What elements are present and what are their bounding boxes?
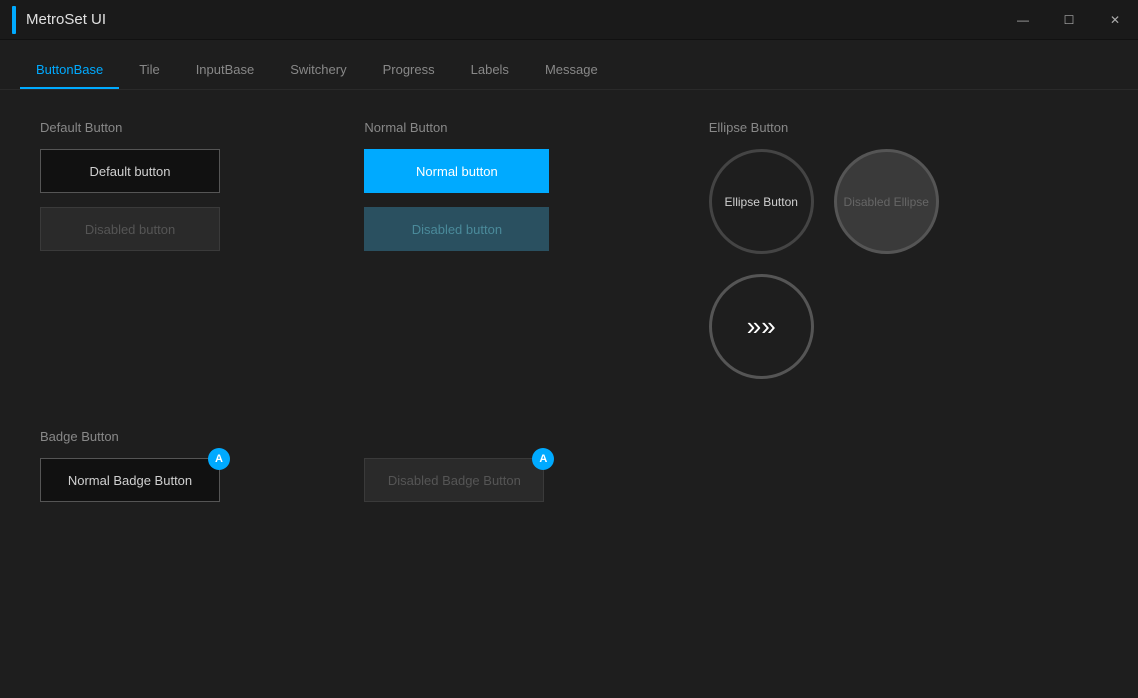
close-button[interactable]: ✕: [1092, 0, 1138, 40]
badge-row: Badge Button A Normal Badge Button Badge…: [30, 429, 1108, 530]
ellipse-button-section: Ellipse Button Ellipse Button Disabled E…: [689, 120, 1098, 399]
titlebar-accent: [12, 6, 16, 34]
ellipse-arrow-button[interactable]: »»: [709, 274, 814, 379]
titlebar: MetroSet UI — ☐ ✕: [0, 0, 1138, 40]
tab-message[interactable]: Message: [529, 52, 614, 89]
normal-button-label: Normal Button: [364, 120, 688, 135]
titlebar-controls: — ☐ ✕: [1000, 0, 1138, 40]
app-title: MetroSet UI: [26, 11, 106, 28]
normal-button-disabled: Disabled button: [364, 207, 549, 251]
badge-button-label: Badge Button: [40, 429, 364, 444]
minimize-button[interactable]: —: [1000, 0, 1046, 40]
badge-button-disabled-section: Badge Button A Disabled Badge Button: [364, 429, 688, 530]
disabled-badge-button-wrapper: A Disabled Badge Button: [364, 458, 544, 502]
normal-badge-button[interactable]: Normal Badge Button: [40, 458, 220, 502]
badge-button-section: Badge Button A Normal Badge Button: [40, 429, 364, 530]
badge-ellipse-spacer: [689, 429, 1098, 530]
maximize-button[interactable]: ☐: [1046, 0, 1092, 40]
default-button[interactable]: Default button: [40, 149, 220, 193]
tab-inputbase[interactable]: InputBase: [180, 52, 271, 89]
normal-button[interactable]: Normal button: [364, 149, 549, 193]
default-button-section: Default Button Default button Disabled b…: [40, 120, 364, 399]
tab-buttonbase[interactable]: ButtonBase: [20, 52, 119, 89]
tab-switchery[interactable]: Switchery: [274, 52, 362, 89]
default-button-label: Default Button: [40, 120, 364, 135]
ellipse-button[interactable]: Ellipse Button: [709, 149, 814, 254]
badge-indicator-disabled: A: [532, 448, 554, 470]
double-chevron-icon: »»: [747, 311, 776, 342]
button-row: Default Button Default button Disabled b…: [30, 120, 1108, 399]
main-content: Default Button Default button Disabled b…: [0, 90, 1138, 560]
ellipse-button-disabled: Disabled Ellipse: [834, 149, 939, 254]
tab-tile[interactable]: Tile: [123, 52, 175, 89]
ellipse-bottom-row: »»: [709, 274, 1098, 379]
normal-button-section: Normal Button Normal button Disabled but…: [364, 120, 688, 399]
tab-progress[interactable]: Progress: [367, 52, 451, 89]
tab-labels[interactable]: Labels: [455, 52, 525, 89]
default-button-disabled: Disabled button: [40, 207, 220, 251]
tabbar: ButtonBase Tile InputBase Switchery Prog…: [0, 40, 1138, 90]
normal-badge-button-wrapper: A Normal Badge Button: [40, 458, 220, 516]
badge-indicator-normal: A: [208, 448, 230, 470]
ellipse-top-row: Ellipse Button Disabled Ellipse: [709, 149, 1098, 254]
ellipse-button-label: Ellipse Button: [709, 120, 1098, 135]
disabled-badge-button: Disabled Badge Button: [364, 458, 544, 502]
